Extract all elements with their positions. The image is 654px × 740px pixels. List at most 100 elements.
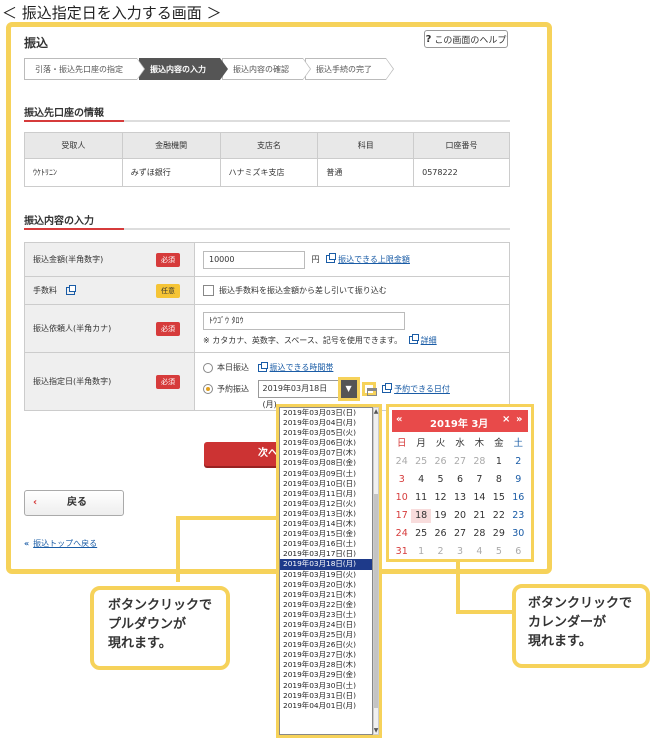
calendar-day[interactable]: 11	[411, 491, 430, 505]
dropdown-option[interactable]: 2019年03月21日(木)	[280, 590, 372, 600]
external-link-icon	[382, 383, 393, 393]
dropdown-option[interactable]: 2019年03月25日(月)	[280, 630, 372, 640]
dropdown-option[interactable]: 2019年03月08日(金)	[280, 458, 372, 468]
dropdown-option[interactable]: 2019年03月27日(水)	[280, 650, 372, 660]
scroll-up-icon[interactable]: ▲	[373, 408, 379, 415]
calendar-button[interactable]	[361, 382, 377, 396]
dropdown-option[interactable]: 2019年03月23日(土)	[280, 610, 372, 620]
scrollbar-thumb[interactable]	[374, 494, 378, 708]
table-cell: みずほ銀行	[121, 158, 221, 187]
dropdown-option[interactable]: 2019年03月06日(水)	[280, 438, 372, 448]
back-label: 戻る	[67, 497, 87, 508]
calendar-day[interactable]: 22	[489, 509, 508, 523]
dropdown-option[interactable]: 2019年04月01日(月)	[280, 701, 372, 711]
dropdown-option[interactable]: 2019年03月13日(水)	[280, 509, 372, 519]
calendar-day[interactable]: 23	[509, 509, 528, 523]
calendar-day[interactable]: 25	[411, 527, 430, 541]
calendar-day[interactable]: 17	[392, 509, 411, 523]
chevron-left-icon: ‹	[33, 497, 38, 508]
transfer-top-link[interactable]: 振込トップへ戻る	[33, 539, 97, 548]
dropdown-option[interactable]: 2019年03月16日(土)	[280, 539, 372, 549]
help-button[interactable]: ? この画面のヘルプ	[424, 30, 508, 48]
fee-deduct-checkbox[interactable]	[203, 285, 214, 296]
calendar-day[interactable]: 6	[450, 473, 469, 487]
dropdown-option[interactable]: 2019年03月31日(日)	[280, 691, 372, 701]
table-cell: 0578222	[413, 158, 510, 187]
calendar-day[interactable]: 30	[509, 527, 528, 541]
calendar-day[interactable]: 10	[392, 491, 411, 505]
dropdown-option[interactable]: 2019年03月20日(水)	[280, 580, 372, 590]
dropdown-option[interactable]: 2019年03月28日(木)	[280, 660, 372, 670]
calendar-day[interactable]: 24	[392, 527, 411, 541]
calendar-day[interactable]: 1	[489, 455, 508, 469]
dropdown-option[interactable]: 2019年03月17日(日)	[280, 549, 372, 559]
external-link-icon	[408, 334, 419, 344]
transfer-hours-link[interactable]: 振込できる時間帯	[270, 363, 334, 372]
calendar-day[interactable]: 12	[431, 491, 450, 505]
amount-input[interactable]: 10000	[203, 250, 305, 269]
col-header: 受取人	[24, 132, 123, 159]
requester-input[interactable]: ﾄｳｺﾞｳ ﾀﾛｳ	[203, 311, 405, 330]
col-header: 支店名	[219, 132, 319, 159]
reservable-dates-link[interactable]: 予約できる日付	[394, 385, 450, 394]
calendar-day[interactable]: 14	[470, 491, 489, 505]
calendar-day[interactable]: 27	[450, 527, 469, 541]
scroll-down-icon[interactable]: ▼	[373, 727, 379, 734]
calendar-next-button[interactable]: »	[516, 414, 522, 425]
calendar-day[interactable]: 9	[509, 473, 528, 487]
dropdown-option[interactable]: 2019年03月12日(火)	[280, 499, 372, 509]
back-button[interactable]: ‹ 戻る	[24, 490, 124, 516]
calendar-day[interactable]: 28	[470, 527, 489, 541]
dropdown-scrollbar[interactable]: ▲ ▼	[373, 407, 379, 735]
dropdown-option[interactable]: 2019年03月11日(月)	[280, 489, 372, 499]
calendar-day: 1	[418, 546, 425, 557]
dropdown-option[interactable]: 2019年03月05日(火)	[280, 428, 372, 438]
calendar-day[interactable]: 18	[411, 509, 431, 523]
fee-label-cell: 手数料 任意	[24, 276, 195, 305]
requester-detail-link[interactable]: 詳細	[421, 336, 437, 345]
dropdown-option[interactable]: 2019年03月22日(金)	[280, 600, 372, 610]
calendar-day[interactable]: 26	[431, 527, 450, 541]
external-link-icon[interactable]	[65, 284, 76, 295]
calendar-day[interactable]: 29	[489, 527, 508, 541]
requester-input-cell: ﾄｳｺﾞｳ ﾀﾛｳ ※ カタカナ、英数字、スペース、記号を使用できます。 詳細	[194, 304, 510, 353]
date-dropdown-list[interactable]: 2019年03月03日(日) 2019年03月04日(月) 2019年03月05日(…	[279, 407, 373, 735]
calendar-day[interactable]: 5	[431, 473, 450, 487]
dropdown-option[interactable]: 2019年03月26日(火)	[280, 640, 372, 650]
dropdown-option[interactable]: 2019年03月15日(金)	[280, 529, 372, 539]
dropdown-arrow-button[interactable]: ▼	[337, 377, 360, 401]
calendar-day[interactable]: 16	[509, 491, 528, 505]
dropdown-option[interactable]: 2019年03月09日(土)	[280, 469, 372, 479]
dropdown-option[interactable]: 2019年03月03日(日)	[280, 408, 372, 418]
calendar-day[interactable]: 31	[392, 545, 411, 559]
calendar-day[interactable]: 8	[489, 473, 508, 487]
calendar-day[interactable]: 7	[470, 473, 489, 487]
dropdown-option[interactable]: 2019年03月29日(金)	[280, 670, 372, 680]
dropdown-option[interactable]: 2019年03月07日(木)	[280, 448, 372, 458]
calendar-day[interactable]: 2	[509, 455, 528, 469]
dropdown-option[interactable]: 2019年03月30日(土)	[280, 681, 372, 691]
dropdown-option[interactable]: 2019年03月19日(火)	[280, 570, 372, 580]
fee-deduct-label: 振込手数料を振込金額から差し引いて振り込む	[219, 286, 387, 295]
calendar-day[interactable]: 20	[450, 509, 469, 523]
dropdown-option[interactable]: 2019年03月24日(日)	[280, 620, 372, 630]
calendar-close-button[interactable]: ×	[502, 414, 510, 425]
reserve-radio[interactable]	[203, 384, 213, 394]
calendar-day[interactable]: 4	[411, 473, 430, 487]
calendar-day[interactable]: 21	[470, 509, 489, 523]
calendar-day: 6	[515, 546, 522, 557]
calendar-day[interactable]: 15	[489, 491, 508, 505]
amount-limit-link[interactable]: 振込できる上限金額	[338, 255, 410, 264]
calendar-day[interactable]: 19	[431, 509, 450, 523]
today-radio[interactable]	[203, 362, 213, 373]
calendar-day[interactable]: 3	[392, 473, 411, 487]
required-badge: 必須	[156, 321, 180, 336]
date-select[interactable]: 2019年03月18日(月)	[257, 380, 340, 409]
date-input-cell: 本日振込 振込できる時間帯 予約振込 2019年03月18日(月)▼ 予約できる…	[194, 352, 510, 411]
calendar-prev-button[interactable]: «	[396, 414, 402, 425]
dropdown-option[interactable]: 2019年03月10日(日)	[280, 479, 372, 489]
dropdown-option[interactable]: 2019年03月04日(月)	[280, 418, 372, 428]
dropdown-option[interactable]: 2019年03月18日(月)	[280, 559, 372, 570]
calendar-day[interactable]: 13	[450, 491, 469, 505]
dropdown-option[interactable]: 2019年03月14日(木)	[280, 519, 372, 529]
